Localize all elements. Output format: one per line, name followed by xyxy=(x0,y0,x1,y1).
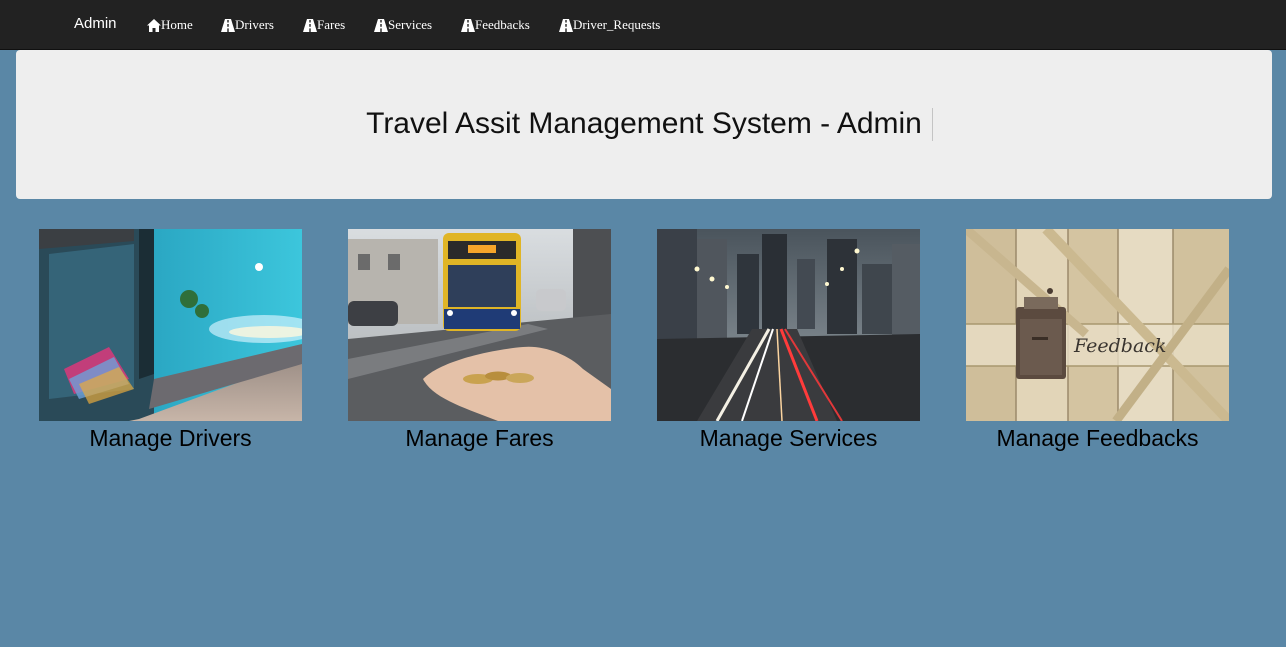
card-manage-fares[interactable]: Manage Fares xyxy=(348,229,611,451)
nav-item-feedbacks[interactable]: Feedbacks xyxy=(461,17,530,33)
nav-item-home[interactable]: Home xyxy=(147,17,193,33)
card-manage-services[interactable]: Manage Services xyxy=(657,229,920,451)
road-icon xyxy=(559,18,573,32)
navbar-brand[interactable]: Admin xyxy=(74,15,117,32)
road-icon xyxy=(461,18,475,32)
nav-item-services[interactable]: Services xyxy=(374,17,432,33)
page-title: Travel Assit Management System - Admin xyxy=(366,107,922,140)
card-caption[interactable]: Manage Drivers xyxy=(39,425,302,452)
top-navbar: Admin Home Drivers Fares Services Feedba… xyxy=(0,0,1286,50)
card-manage-drivers[interactable]: Manage Drivers xyxy=(39,229,302,451)
svg-text:Feedback: Feedback xyxy=(1073,335,1166,357)
card-caption[interactable]: Manage Services xyxy=(657,425,920,452)
card-caption[interactable]: Manage Feedbacks xyxy=(966,425,1229,452)
nav-item-label: Driver_Requests xyxy=(573,17,661,32)
city-traffic-photo[interactable] xyxy=(657,229,920,421)
card-caption[interactable]: Manage Fares xyxy=(348,425,611,452)
bus-stop-photo[interactable] xyxy=(39,229,302,421)
card-manage-feedbacks[interactable]: Feedback Manage Feedbacks xyxy=(966,229,1229,451)
text-cursor xyxy=(932,108,933,141)
road-icon xyxy=(221,18,235,32)
nav-item-label: Drivers xyxy=(235,17,274,32)
header-jumbotron: Travel Assit Management System - Admin xyxy=(16,50,1272,199)
nav-item-label: Feedbacks xyxy=(475,17,530,32)
nav-item-label: Services xyxy=(388,17,433,32)
nav-item-fares[interactable]: Fares xyxy=(303,17,345,33)
home-icon xyxy=(147,18,161,32)
nav-item-drivers[interactable]: Drivers xyxy=(221,17,274,33)
road-icon xyxy=(303,18,317,32)
nav-item-driver-requests[interactable]: Driver_Requests xyxy=(559,17,660,33)
nav-item-label: Home xyxy=(161,17,193,32)
feedback-mailbox-photo[interactable]: Feedback xyxy=(966,229,1229,421)
coins-in-hand-photo[interactable] xyxy=(348,229,611,421)
road-icon xyxy=(374,18,388,32)
nav-item-label: Fares xyxy=(317,17,346,32)
